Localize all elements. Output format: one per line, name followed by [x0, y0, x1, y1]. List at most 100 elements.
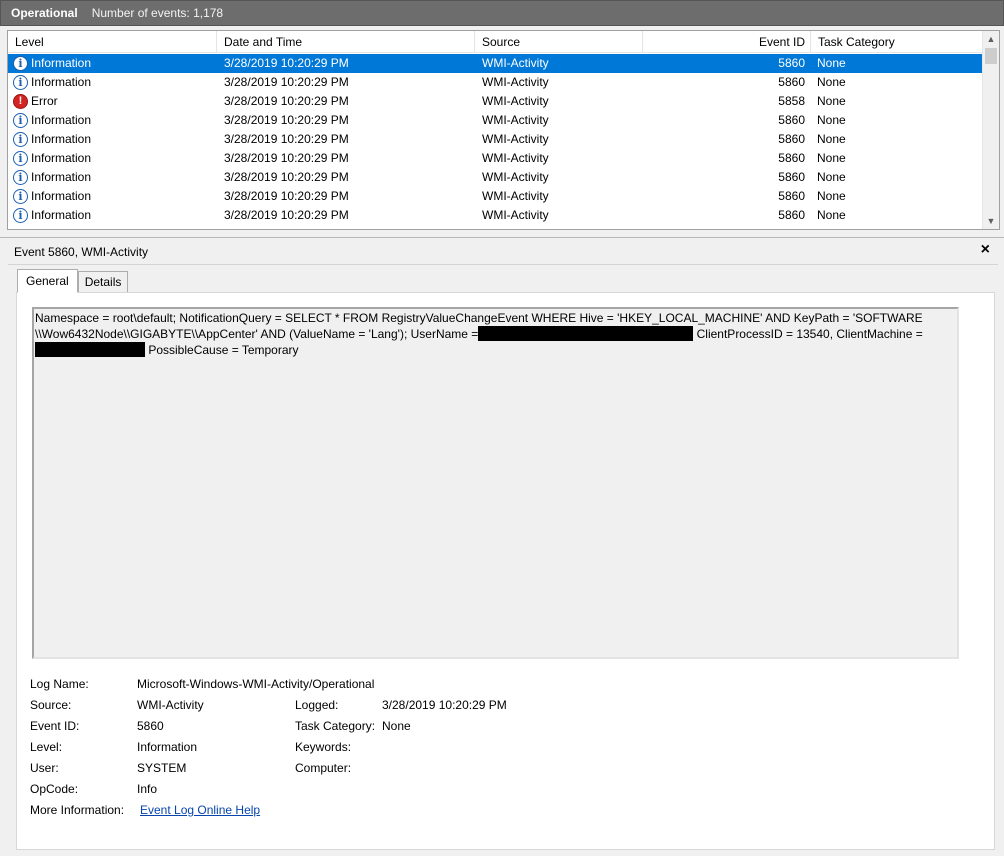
description-text: PossibleCause = Temporary [145, 343, 299, 357]
level-value: Information [137, 740, 198, 754]
general-tab-panel: Namespace = root\default; NotificationQu… [16, 292, 995, 850]
column-header-source[interactable]: Source [475, 31, 643, 53]
info-icon: i [13, 56, 28, 71]
user-value: SYSTEM [137, 761, 187, 775]
table-row[interactable]: i Information 3/28/2019 10:20:29 PM WMI-A… [8, 130, 982, 149]
column-header-level[interactable]: Level [8, 31, 217, 53]
event-id-label: Event ID: [30, 719, 80, 733]
level-text: Information [31, 208, 92, 222]
column-header-task-category[interactable]: Task Category [811, 31, 982, 53]
opcode-label: OpCode: [30, 782, 79, 796]
table-row[interactable]: i Information 3/28/2019 10:20:29 PM WMI-A… [8, 111, 982, 130]
source-cell: WMI-Activity [482, 132, 549, 146]
date-cell: 3/28/2019 10:20:29 PM [224, 189, 349, 203]
events-list-header: Level Date and Time Source Event ID Task… [8, 31, 982, 53]
scroll-down-icon[interactable]: ▼ [983, 213, 999, 229]
event-id-cell: 5860 [778, 151, 805, 165]
level-cell: i Information [8, 187, 217, 206]
event-id-cell: 5860 [778, 75, 805, 89]
info-icon: i [13, 75, 28, 90]
description-text: ClientProcessID = 13540, ClientMachine = [693, 327, 923, 341]
level-text: Information [31, 189, 92, 203]
level-cell: i Information [8, 130, 217, 149]
table-row[interactable]: i Information 3/28/2019 10:20:29 PM WMI-A… [8, 168, 982, 187]
task-cell: None [817, 56, 846, 70]
table-row[interactable]: i Information 3/28/2019 10:20:29 PM WMI-A… [8, 73, 982, 92]
level-text: Information [31, 151, 92, 165]
task-cell: None [817, 189, 846, 203]
date-cell: 3/28/2019 10:20:29 PM [224, 75, 349, 89]
level-text: Information [31, 132, 92, 146]
error-icon: ! [13, 94, 28, 109]
event-id-cell: 5860 [778, 170, 805, 184]
table-row[interactable]: i Information 3/28/2019 10:20:29 PM WMI-A… [8, 187, 982, 206]
events-list[interactable]: Level Date and Time Source Event ID Task… [7, 30, 1000, 230]
event-description[interactable]: Namespace = root\default; NotificationQu… [32, 307, 959, 659]
event-id-cell: 5860 [778, 113, 805, 127]
log-name-label: Log Name: [30, 677, 89, 691]
level-text: Information [31, 113, 92, 127]
table-row[interactable]: i Information 3/28/2019 10:20:29 PM WMI-A… [8, 149, 982, 168]
info-icon: i [13, 132, 28, 147]
level-text: Information [31, 170, 92, 184]
info-icon: i [13, 208, 28, 223]
column-header-date[interactable]: Date and Time [217, 31, 475, 53]
redacted-block [35, 342, 145, 357]
source-cell: WMI-Activity [482, 94, 549, 108]
divider [8, 264, 998, 265]
event-count: Number of events: 1,178 [91, 6, 224, 20]
date-cell: 3/28/2019 10:20:29 PM [224, 56, 349, 70]
info-icon: i [13, 113, 28, 128]
level-text: Information [31, 75, 92, 89]
date-cell: 3/28/2019 10:20:29 PM [224, 113, 349, 127]
task-cell: None [817, 170, 846, 184]
info-icon: i [13, 170, 28, 185]
scroll-thumb[interactable] [985, 48, 997, 64]
event-log-online-help-link[interactable]: Event Log Online Help [140, 802, 260, 818]
source-cell: WMI-Activity [482, 151, 549, 165]
more-information-label: More Information: [30, 803, 125, 817]
source-label: Source: [30, 698, 72, 712]
keywords-label: Keywords: [295, 740, 352, 754]
level-cell: i Information [8, 206, 217, 225]
tab-general[interactable]: General [17, 269, 78, 293]
logged-value: 3/28/2019 10:20:29 PM [382, 698, 507, 712]
close-icon[interactable]: × [981, 242, 990, 258]
task-cell: None [817, 132, 846, 146]
source-cell: WMI-Activity [482, 189, 549, 203]
event-id-value: 5860 [137, 719, 164, 733]
log-title: Operational [11, 6, 78, 20]
level-cell: i Information [8, 149, 217, 168]
scroll-up-icon[interactable]: ▲ [983, 31, 999, 47]
user-label: User: [30, 761, 59, 775]
column-header-event-id[interactable]: Event ID [643, 31, 811, 53]
level-text: Error [31, 94, 58, 108]
description-line-2: \\Wow6432Node\\GIGABYTE\\AppCenter' AND … [35, 326, 957, 342]
table-row[interactable]: i Information 3/28/2019 10:20:29 PM WMI-A… [8, 54, 982, 73]
task-category-label: Task Category: [295, 719, 376, 733]
date-cell: 3/28/2019 10:20:29 PM [224, 151, 349, 165]
source-value: WMI-Activity [137, 698, 204, 712]
task-cell: None [817, 208, 846, 222]
task-cell: None [817, 113, 846, 127]
event-id-cell: 5860 [778, 56, 805, 70]
task-cell: None [817, 75, 846, 89]
date-cell: 3/28/2019 10:20:29 PM [224, 132, 349, 146]
source-cell: WMI-Activity [482, 208, 549, 222]
detail-tabs: General Details [17, 269, 129, 293]
events-list-scrollbar[interactable]: ▲ ▼ [982, 31, 999, 229]
opcode-value: Info [137, 782, 158, 796]
level-label: Level: [30, 740, 63, 754]
table-row[interactable]: ! Error 3/28/2019 10:20:29 PM WMI-Activit… [8, 92, 982, 111]
info-icon: i [13, 189, 28, 204]
level-cell: i Information [8, 54, 217, 73]
tab-details[interactable]: Details [77, 271, 129, 293]
date-cell: 3/28/2019 10:20:29 PM [224, 94, 349, 108]
level-cell: i Information [8, 73, 217, 92]
table-row[interactable]: i Information 3/28/2019 10:20:29 PM WMI-A… [8, 206, 982, 225]
description-line-3: PossibleCause = Temporary [35, 342, 957, 358]
computer-label: Computer: [295, 761, 352, 775]
event-detail-pane: Event 5860, WMI-Activity × General Detai… [0, 237, 1004, 856]
log-name-value: Microsoft-Windows-WMI-Activity/Operation… [137, 677, 375, 691]
log-header-bar: Operational Number of events: 1,178 [0, 0, 1004, 26]
